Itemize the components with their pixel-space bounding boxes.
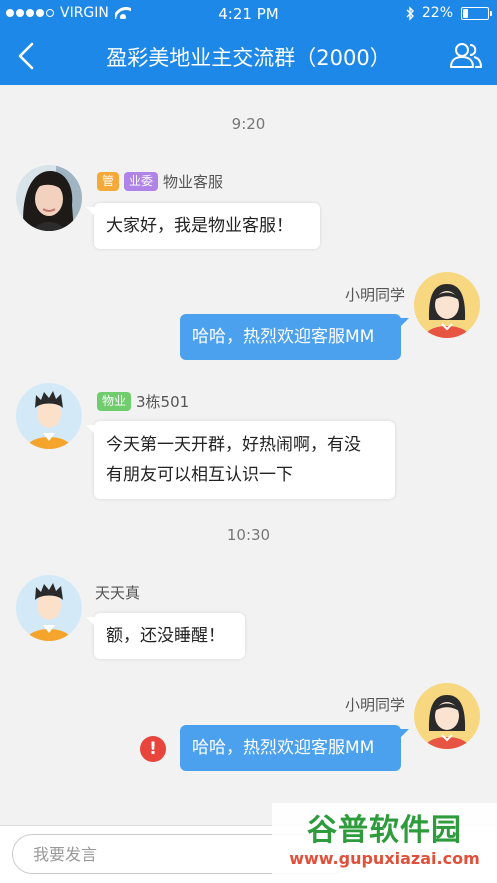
watermark: 谷普软件园 www.gupuxiazai.com bbox=[272, 803, 497, 883]
role-badge: 物业 bbox=[97, 392, 132, 411]
nav-bar: 盈彩美地业主交流群（2000） bbox=[0, 28, 497, 84]
role-badge: 管 bbox=[97, 172, 120, 191]
avatar[interactable] bbox=[16, 383, 82, 449]
battery-percent: 22% bbox=[421, 5, 453, 21]
message-sender: 小明同学 bbox=[345, 694, 405, 715]
battery-fill bbox=[463, 8, 469, 18]
message-text-line: 有朋友可以相互认识一下 bbox=[106, 465, 293, 485]
message-bubble[interactable]: 今天第一天开群，好热闹啊，有没 有朋友可以相互认识一下 bbox=[86, 421, 395, 499]
group-members-icon[interactable] bbox=[449, 40, 483, 72]
watermark-url: www.gupuxiazai.com bbox=[289, 849, 480, 868]
page-title: 盈彩美地业主交流群（2000） bbox=[106, 46, 391, 70]
avatar[interactable] bbox=[414, 683, 480, 749]
sender-name: 天天真 bbox=[95, 584, 141, 602]
status-bar: VIRGIN 4:21 PM 22% bbox=[0, 0, 497, 28]
message-bubble[interactable]: 哈哈，热烈欢迎客服MM bbox=[180, 725, 409, 771]
timestamp: 9:20 bbox=[231, 115, 266, 133]
bluetooth-icon bbox=[406, 6, 414, 21]
message-sender: 管 业委 物业客服 bbox=[97, 171, 223, 192]
message-sender: 天天真 bbox=[95, 582, 140, 603]
message-bubble[interactable]: 额，还没睡醒！ bbox=[86, 613, 245, 659]
sender-name: 3栋501 bbox=[136, 393, 190, 411]
header: VIRGIN 4:21 PM 22% 盈彩美地业主交流群（2000） bbox=[0, 0, 497, 85]
role-badge: 业委 bbox=[124, 172, 159, 191]
sender-name: 小明同学 bbox=[344, 696, 405, 714]
sender-name: 物业客服 bbox=[163, 173, 224, 191]
battery-icon bbox=[461, 6, 492, 20]
message-bubble[interactable]: 大家好，我是物业客服！ bbox=[86, 203, 320, 249]
avatar[interactable] bbox=[16, 575, 82, 641]
avatar[interactable] bbox=[16, 165, 82, 231]
chevron-left-icon[interactable] bbox=[12, 38, 42, 74]
message-bubble[interactable]: 哈哈，热烈欢迎客服MM bbox=[180, 314, 409, 360]
message-sender: 物业 3栋501 bbox=[97, 391, 189, 412]
watermark-title: 谷普软件园 bbox=[307, 813, 462, 848]
send-failed-icon[interactable]: ! bbox=[140, 736, 166, 762]
message-sender: 小明同学 bbox=[345, 284, 405, 305]
timestamp: 10:30 bbox=[226, 526, 271, 544]
sender-name: 小明同学 bbox=[344, 286, 405, 304]
message-text-line: 今天第一天开群，好热闹啊，有没 bbox=[106, 435, 361, 455]
avatar[interactable] bbox=[414, 272, 480, 338]
chat-area[interactable]: 9:20 管 业委 物业客服 大家好，我是物业客服！ 小明同学 哈哈，热烈欢迎客… bbox=[0, 85, 497, 825]
